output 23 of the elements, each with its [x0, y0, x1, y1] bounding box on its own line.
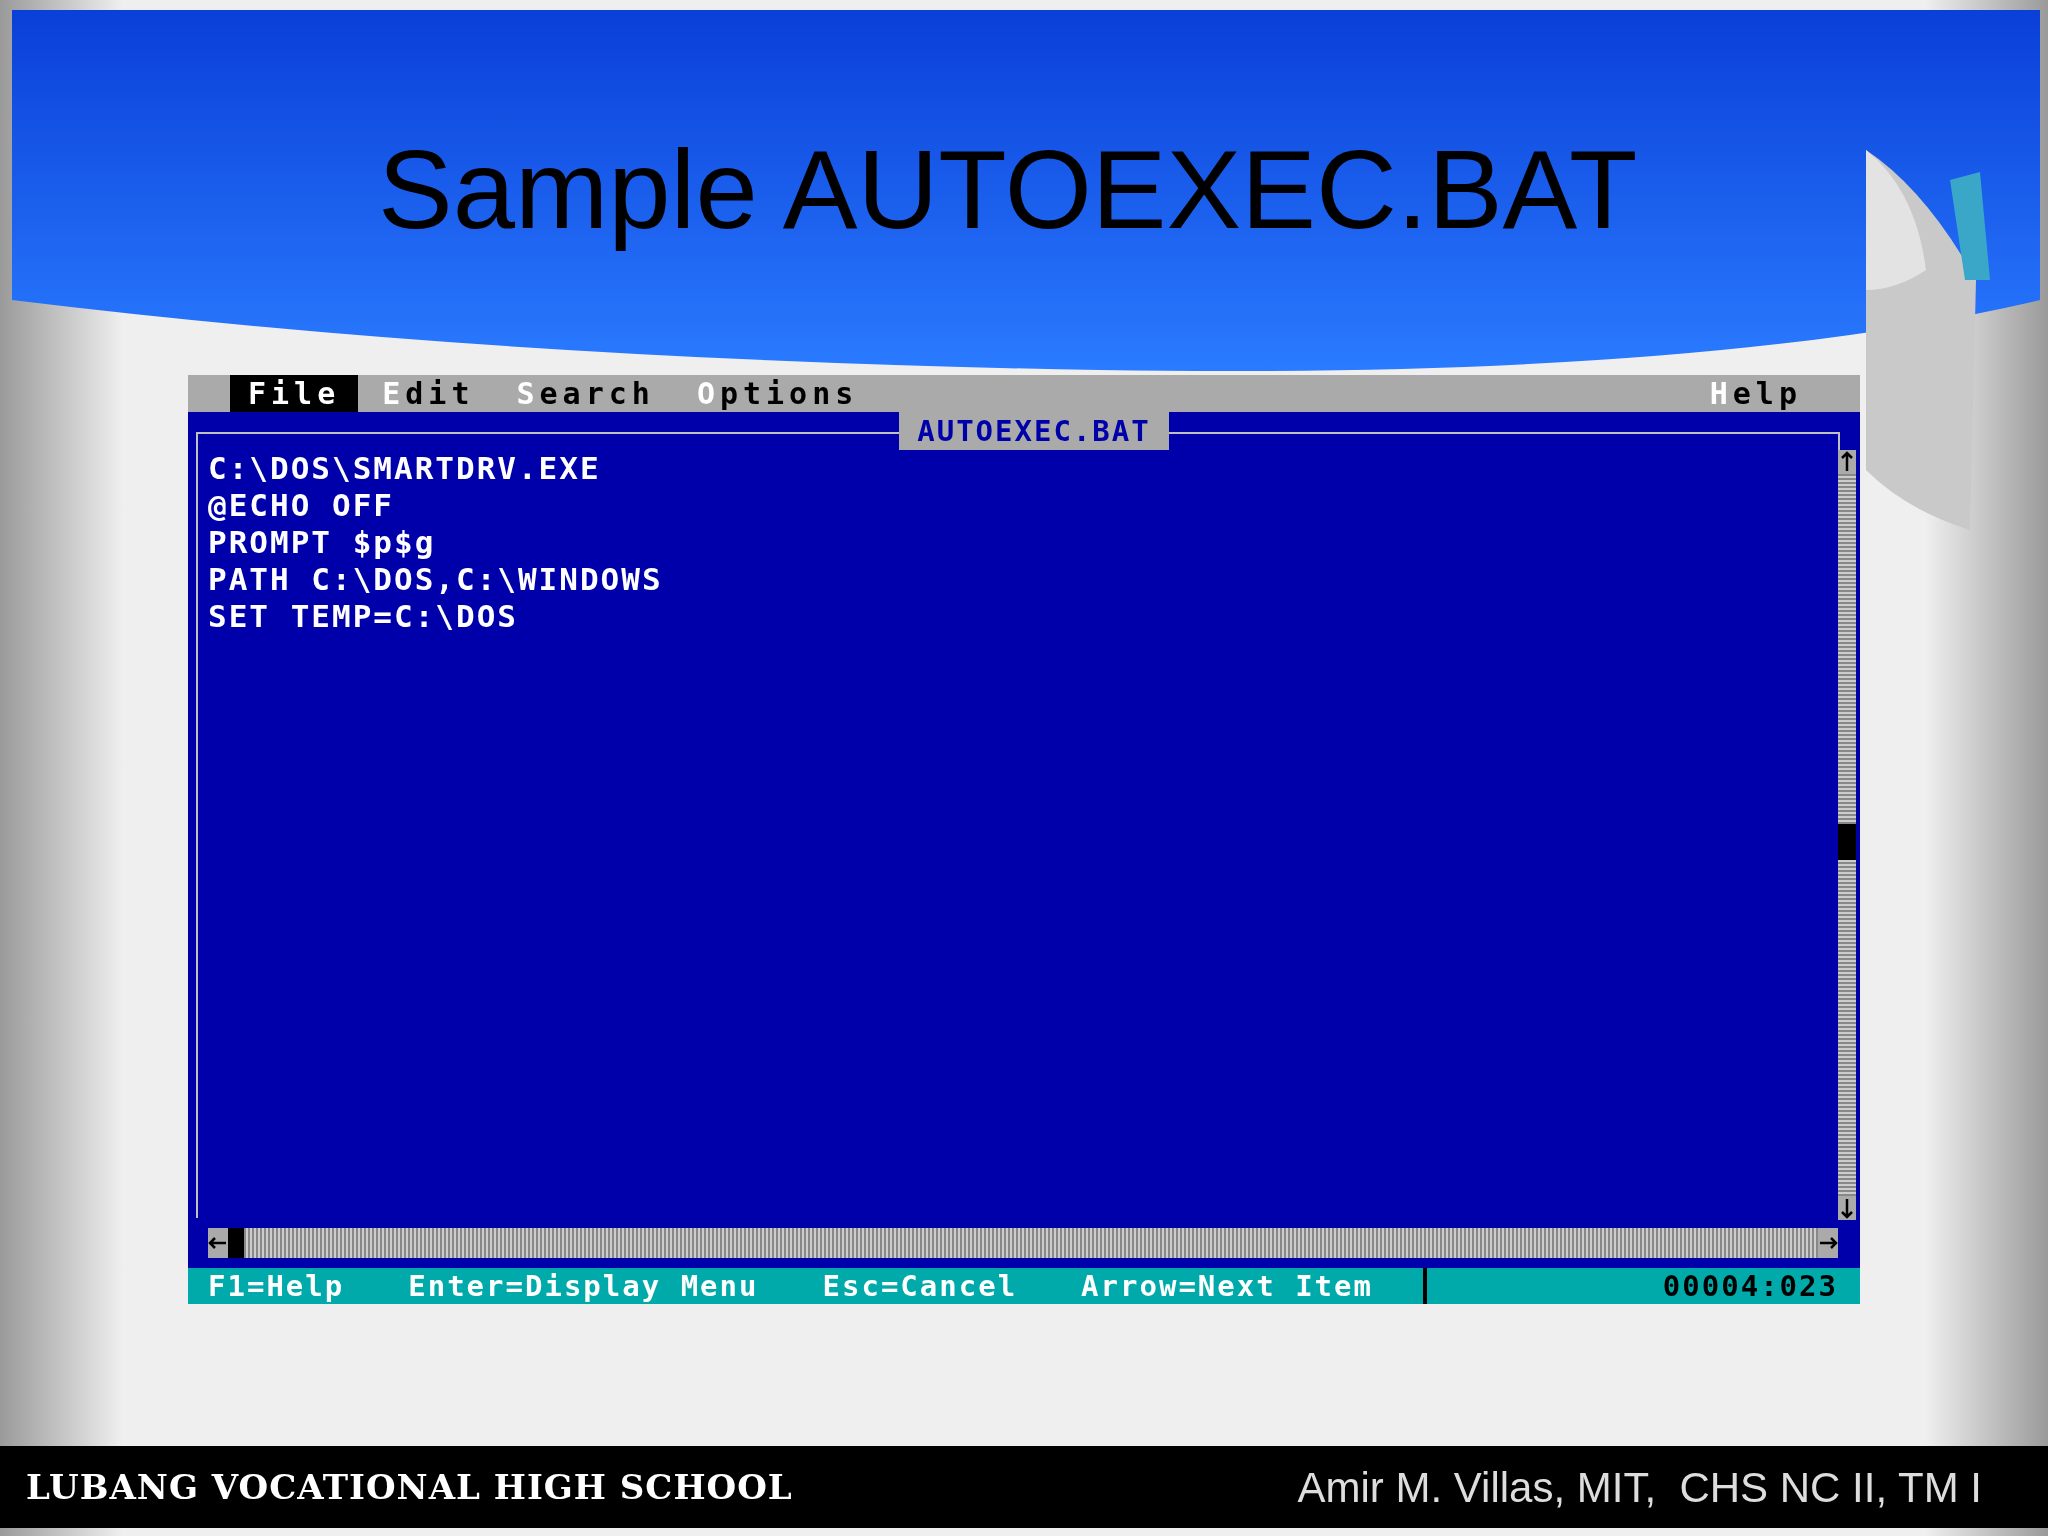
cursor-position: 00004:023	[1662, 1268, 1838, 1304]
menu-item[interactable]: Edit	[364, 375, 493, 412]
slide-title: Sample AUTOEXEC.BAT	[378, 126, 1638, 254]
school-name: LUBANG VOCATIONAL HIGH SCHOOL	[26, 1465, 793, 1509]
scroll-right-icon[interactable]	[1818, 1228, 1838, 1258]
horizontal-scrollbar[interactable]	[208, 1228, 1838, 1258]
vertical-scrollbar[interactable]	[1838, 450, 1856, 1220]
key-hint: Esc=Cancel	[822, 1268, 1018, 1304]
key-hint: Arrow=Next Item	[1081, 1268, 1373, 1304]
author-credit: Amir M. Villas, MIT, CHS NC II, TM I	[1297, 1462, 1983, 1513]
code-line: PATH C:\DOS,C:\WINDOWS	[208, 561, 663, 598]
file-title: AUTOEXEC.BAT	[899, 412, 1169, 450]
code-line: C:\DOS\SMARTDRV.EXE	[208, 450, 601, 487]
code-line: @ECHO OFF	[208, 487, 394, 524]
key-hint: Enter=Display Menu	[408, 1268, 759, 1304]
code-line: SET TEMP=C:\DOS	[208, 598, 518, 635]
scroll-up-icon[interactable]	[1838, 450, 1856, 474]
scroll-thumb[interactable]	[1838, 824, 1856, 860]
code-line: PROMPT $p$g	[208, 524, 436, 561]
scroll-left-icon[interactable]	[208, 1228, 228, 1258]
scroll-thumb[interactable]	[228, 1228, 244, 1258]
key-hint: F1=Help	[208, 1268, 345, 1304]
scroll-down-icon[interactable]	[1838, 1196, 1856, 1220]
